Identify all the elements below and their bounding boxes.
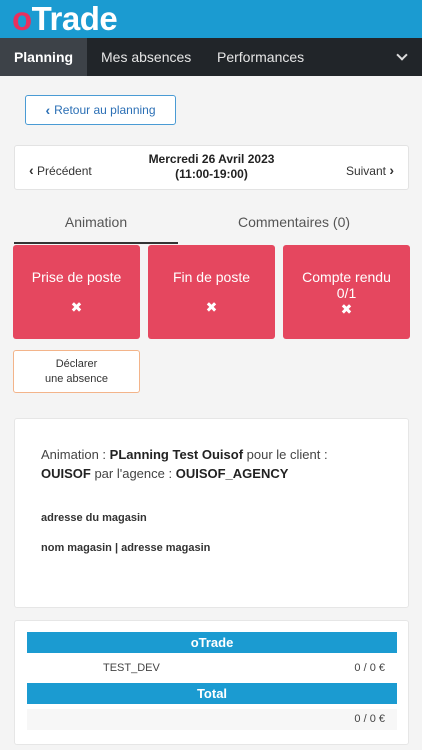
app-header: oTrade	[0, 0, 422, 38]
tab-commentaires[interactable]: Commentaires (0)	[204, 208, 384, 244]
chevron-down-icon[interactable]	[396, 49, 408, 61]
nav-item-mes-absences[interactable]: Mes absences	[101, 38, 191, 76]
otrade-logo[interactable]: oTrade	[12, 0, 118, 38]
total-value: 0 / 0 €	[354, 713, 385, 725]
animation-info-card: Animation : PLanning Test Ouisof pour le…	[14, 418, 409, 608]
action-count: 0/1	[336, 285, 357, 301]
store-address: nom magasin | adresse magasin	[41, 542, 211, 554]
row-name: TEST_DEV	[103, 662, 160, 674]
back-button-label: Retour au planning	[54, 103, 156, 117]
agency-label: par l'agence :	[90, 466, 176, 481]
date-navigator: ‹ Précédent Mercredi 26 Avril 2023 (11:0…	[14, 145, 409, 190]
action-label: Compte rendu 0/1	[283, 269, 410, 301]
close-icon: ✖	[70, 299, 83, 315]
absence-line1: Déclarer	[55, 358, 98, 370]
action-label: Fin de poste	[172, 269, 251, 285]
table-header-otrade: oTrade	[27, 632, 397, 653]
prise-de-poste-button[interactable]: Prise de poste ✖	[13, 245, 140, 339]
action-label: Prise de poste	[31, 269, 122, 285]
tabs: Animation Commentaires (0)	[14, 208, 409, 244]
back-to-planning-button[interactable]: ‹ Retour au planning	[25, 95, 176, 125]
nav-item-performances[interactable]: Performances	[217, 38, 304, 76]
action-label-text: Compte rendu	[302, 269, 391, 285]
table-row-total: 0 / 0 €	[27, 709, 397, 730]
animation-name: PLanning Test Ouisof	[109, 447, 244, 462]
summary-table: oTrade TEST_DEV 0 / 0 € Total 0 / 0 €	[14, 620, 409, 745]
next-day-button[interactable]: Suivant ›	[346, 162, 394, 178]
main-nav: Planning Mes absences Performances	[0, 38, 422, 76]
tab-animation[interactable]: Animation	[14, 208, 178, 244]
compte-rendu-button[interactable]: Compte rendu 0/1 ✖	[283, 245, 410, 339]
nav-item-planning[interactable]: Planning	[0, 38, 87, 76]
close-icon: ✖	[340, 301, 353, 317]
client-name: OUISOF	[41, 466, 91, 481]
animation-label: Animation :	[41, 447, 110, 462]
address-label: adresse du magasin	[41, 512, 147, 524]
table-header-total: Total	[27, 683, 397, 704]
animation-description: Animation : PLanning Test Ouisof pour le…	[41, 445, 328, 483]
table-row: TEST_DEV 0 / 0 €	[27, 658, 397, 679]
close-icon: ✖	[205, 299, 218, 315]
next-label: Suivant	[345, 164, 386, 178]
row-value: 0 / 0 €	[354, 662, 385, 674]
absence-line2: une absence	[45, 373, 108, 385]
chevron-left-icon: ‹	[45, 102, 51, 118]
declare-absence-button[interactable]: Déclarer une absence	[13, 350, 140, 393]
client-label: pour le client :	[243, 447, 328, 462]
chevron-right-icon: ›	[389, 162, 394, 178]
agency-name: OUISOF_AGENCY	[175, 466, 289, 481]
fin-de-poste-button[interactable]: Fin de poste ✖	[148, 245, 275, 339]
